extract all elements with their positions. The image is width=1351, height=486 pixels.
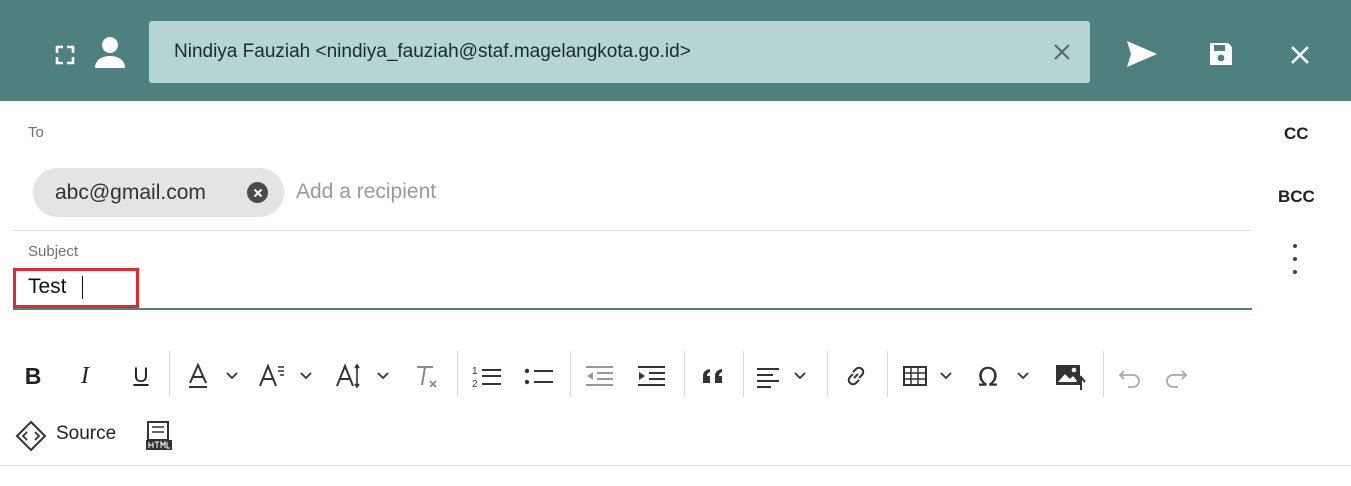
- compose-header: Nindiya Fauziah <nindiya_fauziah@staf.ma…: [0, 0, 1351, 101]
- bold-button[interactable]: B: [18, 356, 48, 396]
- text-size-button[interactable]: [334, 356, 398, 396]
- more-options-icon[interactable]: [1288, 244, 1302, 274]
- numbered-list-button[interactable]: 12: [469, 356, 505, 396]
- from-field[interactable]: Nindiya Fauziah <nindiya_fauziah@staf.ma…: [149, 21, 1090, 83]
- font-color-icon: [189, 362, 238, 388]
- toolbar-separator: [1103, 351, 1104, 397]
- outdent-icon: [586, 366, 613, 386]
- table-button[interactable]: [899, 356, 965, 396]
- clear-icon[interactable]: [1046, 36, 1078, 68]
- cc-button[interactable]: CC: [1284, 124, 1309, 144]
- indent-icon: [638, 366, 665, 386]
- link-icon: [847, 366, 865, 386]
- toolbar-separator: [457, 351, 458, 397]
- bold-icon: B: [24, 362, 42, 389]
- undo-button[interactable]: [1113, 356, 1147, 396]
- bulleted-list-icon: [524, 368, 553, 385]
- subject-label: Subject: [28, 243, 79, 260]
- close-icon[interactable]: [1280, 35, 1320, 75]
- clear-formatting-icon: [417, 366, 437, 388]
- undo-icon: [1118, 370, 1140, 388]
- insert-image-icon: [1056, 365, 1086, 390]
- subject-input[interactable]: [28, 270, 1248, 304]
- svg-text:1: 1: [472, 366, 478, 377]
- align-button[interactable]: [753, 356, 819, 396]
- recipient-input[interactable]: [296, 172, 996, 212]
- font-size-icon: [259, 363, 312, 387]
- blockquote-icon: [703, 369, 722, 383]
- toolbar-separator: [570, 351, 571, 397]
- save-icon[interactable]: [1201, 34, 1241, 74]
- align-left-icon: [757, 368, 806, 388]
- highlight-box: [13, 268, 139, 308]
- toolbar-separator: [169, 351, 170, 397]
- toolbar-separator: [743, 351, 744, 397]
- html-embed-icon: [146, 421, 172, 450]
- source-label: Source: [56, 423, 117, 444]
- outdent-button[interactable]: [581, 356, 617, 396]
- svg-text:Ω: Ω: [978, 363, 998, 391]
- omega-icon: Ω: [978, 363, 1029, 391]
- special-characters-button[interactable]: Ω: [976, 356, 1042, 396]
- remove-recipient-icon[interactable]: [247, 182, 268, 203]
- font-color-button[interactable]: [184, 356, 246, 396]
- toolbar-bottom-divider: [0, 465, 1351, 466]
- numbered-list-icon: 12: [472, 366, 501, 390]
- clear-formatting-button[interactable]: [410, 356, 444, 396]
- blockquote-button[interactable]: [696, 356, 730, 396]
- bulleted-list-button[interactable]: [521, 356, 557, 396]
- send-icon[interactable]: [1122, 34, 1162, 74]
- expand-icon[interactable]: [50, 40, 80, 70]
- to-label: To: [28, 124, 44, 141]
- underline-icon: U: [133, 364, 149, 387]
- toolbar-separator: [887, 351, 888, 397]
- recipient-chip[interactable]: abc@gmail.com: [33, 168, 284, 217]
- toolbar-separator: [827, 351, 828, 397]
- recipient-chip-email: abc@gmail.com: [55, 181, 206, 204]
- italic-icon: I: [81, 362, 89, 389]
- italic-button[interactable]: I: [70, 356, 100, 396]
- bcc-button[interactable]: BCC: [1278, 187, 1315, 207]
- link-button[interactable]: [838, 356, 874, 396]
- user-icon[interactable]: [90, 32, 130, 72]
- svg-text:2: 2: [472, 379, 478, 390]
- underline-button[interactable]: U: [126, 356, 156, 396]
- font-size-button[interactable]: [256, 356, 322, 396]
- toolbar-separator: [684, 351, 685, 397]
- indent-button[interactable]: [633, 356, 669, 396]
- to-divider: [13, 230, 1252, 231]
- redo-icon: [1166, 370, 1188, 388]
- table-icon: [903, 366, 952, 386]
- text-size-icon: [336, 363, 389, 389]
- insert-image-button[interactable]: [1050, 356, 1090, 396]
- from-value: Nindiya Fauziah <nindiya_fauziah@staf.ma…: [174, 41, 691, 62]
- source-icon: [15, 420, 47, 452]
- redo-button[interactable]: [1159, 356, 1193, 396]
- html-embed-button[interactable]: [142, 416, 176, 456]
- subject-underline: [13, 308, 1252, 310]
